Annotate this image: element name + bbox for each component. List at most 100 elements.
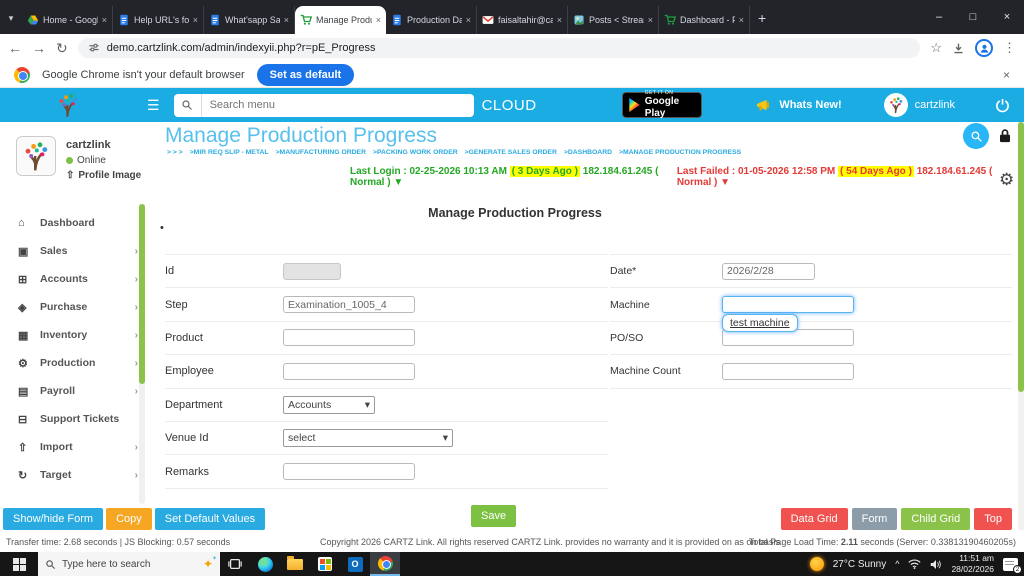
step-input[interactable] [283,296,415,314]
sidebar-item-accounts[interactable]: ⊞ Accounts › [0,265,150,293]
start-button[interactable] [0,552,38,576]
browser-tab[interactable]: What'sapp Sales N × [204,6,295,34]
save-button[interactable]: Save [471,505,517,527]
tab-close-icon[interactable]: × [739,15,744,25]
reload-button[interactable]: ↻ [56,40,68,57]
browser-tab[interactable]: Production Data E × [386,6,477,34]
profile-image[interactable] [16,136,56,176]
breadcrumb-item[interactable]: >PACKING WORK ORDER [373,149,458,156]
sidebar-item-target[interactable]: ↻ Target › [0,461,150,489]
browser-tab[interactable]: Dashboard - Pow × [659,6,750,34]
profile-image-upload[interactable]: ⇧ Profile Image [66,170,141,181]
tab-search-icon[interactable]: ▾ [0,13,22,34]
taskbar-search-box[interactable]: Type here to search ✦ ✦ [38,552,220,576]
settings-gear-icon[interactable]: ⚙ [999,170,1014,190]
breadcrumb-item[interactable]: >MANAGE PRODUCTION PROGRESS [619,149,741,156]
date-input[interactable] [722,262,815,280]
downloads-icon[interactable] [952,42,965,55]
form-button[interactable]: Form [851,508,898,530]
browser-tab[interactable]: Home - Google D × [22,6,113,34]
chrome-app-icon[interactable] [370,552,400,576]
machine-count-input[interactable] [722,362,854,380]
breadcrumb-item[interactable]: >MANUFACTURING ORDER [276,149,366,156]
tab-close-icon[interactable]: × [466,15,471,25]
tab-close-icon[interactable]: × [376,15,381,25]
whats-new-link[interactable]: Whats New! [757,99,842,112]
caret-down-icon[interactable]: ▼ [393,177,403,188]
browser-tab-active[interactable]: Manage Productio × [295,6,386,34]
copy-button[interactable]: Copy [106,508,152,530]
po-so-input[interactable] [722,329,854,347]
chrome-menu-icon[interactable]: ⋮ [1003,40,1016,56]
tab-close-icon[interactable]: × [193,15,198,25]
wifi-icon[interactable] [908,559,922,569]
menu-search-input[interactable] [201,99,474,111]
chevron-right-icon: › [134,357,138,369]
power-icon[interactable] [995,98,1010,113]
product-input[interactable] [283,329,415,347]
show-hide-form-button[interactable]: Show/hide Form [3,508,104,530]
menu-search-box[interactable] [173,93,474,117]
breadcrumb-item[interactable]: >DASHBOARD [564,149,612,156]
task-view-button[interactable] [220,552,250,576]
page-search-button[interactable] [963,123,989,149]
machine-input[interactable] [722,296,854,314]
tab-close-icon[interactable]: × [557,15,562,25]
tab-close-icon[interactable]: × [648,15,653,25]
set-as-default-button[interactable]: Set as default [256,63,355,86]
edge-app-icon[interactable] [250,552,280,576]
remarks-input[interactable] [283,463,415,481]
tray-expand-icon[interactable]: ^ [895,559,899,569]
weather-text[interactable]: 27°C Sunny [833,559,886,570]
outlook-app-icon[interactable]: O [340,552,370,576]
lock-icon[interactable] [998,128,1012,143]
notification-center-icon[interactable]: 2 [1003,557,1022,574]
weather-sun-icon[interactable] [809,557,824,571]
back-button[interactable]: ← [8,40,22,56]
page-scrollbar-thumb[interactable] [1018,122,1024,392]
sidebar-item-production[interactable]: ⚙ Production › [0,349,150,377]
sidebar-item-inventory[interactable]: ▦ Inventory › [0,321,150,349]
sidebar-item-sales[interactable]: ▣ Sales › [0,237,150,265]
banner-close-icon[interactable]: × [1003,68,1010,82]
department-select[interactable]: Accounts ▾ [283,395,375,414]
forward-button[interactable]: → [32,40,46,56]
bookmark-star-icon[interactable]: ☆ [930,40,942,56]
top-button[interactable]: Top [974,508,1012,530]
employee-input[interactable] [283,362,415,380]
window-close-button[interactable]: × [990,0,1024,34]
venue-id-select[interactable]: select ▾ [283,429,453,448]
address-bar[interactable]: demo.cartzlink.com/admin/indexyii.php?r=… [77,38,921,58]
new-tab-button[interactable]: + [750,10,776,34]
account-menu[interactable]: cartzlink [883,93,955,117]
hamburger-menu-icon[interactable]: ☰ [147,97,160,114]
caret-down-icon[interactable]: ▼ [720,177,730,188]
sidebar-item-support-tickets[interactable]: ⊟ Support Tickets [0,405,150,433]
machine-suggestion-option[interactable]: test machine [722,314,798,333]
browser-tab[interactable]: Help URL's for ERF × [113,6,204,34]
breadcrumb-item[interactable]: >GENERATE SALES ORDER [465,149,557,156]
browser-tab[interactable]: Posts < Streamline × [568,6,659,34]
sidebar-item-purchase[interactable]: ◈ Purchase › [0,293,150,321]
child-grid-button[interactable]: Child Grid [901,508,971,530]
sidebar-item-dashboard[interactable]: ⌂ Dashboard [0,209,150,237]
data-grid-button[interactable]: Data Grid [780,508,848,530]
taskbar-clock[interactable]: 11:51 am 28/02/2026 [951,553,994,574]
page-scrollbar[interactable] [1018,122,1024,530]
file-explorer-app-icon[interactable] [280,552,310,576]
tab-close-icon[interactable]: × [102,15,107,25]
window-maximize-button[interactable]: □ [956,0,990,34]
sidebar-scrollbar-thumb[interactable] [139,204,145,384]
speaker-icon[interactable] [930,559,942,570]
google-play-badge[interactable]: GET IT ON Google Play [622,90,703,119]
microsoft-store-app-icon[interactable] [310,552,340,576]
sidebar-item-import[interactable]: ⇧ Import › [0,433,150,461]
browser-tab[interactable]: faisaltahir@cartzli × [477,6,568,34]
set-default-values-button[interactable]: Set Default Values [154,508,266,530]
tab-close-icon[interactable]: × [284,15,289,25]
sidebar-item-payroll[interactable]: ▤ Payroll › [0,377,150,405]
window-minimize-button[interactable]: – [922,0,956,34]
profile-avatar[interactable] [975,39,993,57]
breadcrumb-item[interactable]: >MIR REQ SLIP - METAL [190,149,269,156]
sidebar-scrollbar[interactable] [139,204,145,504]
